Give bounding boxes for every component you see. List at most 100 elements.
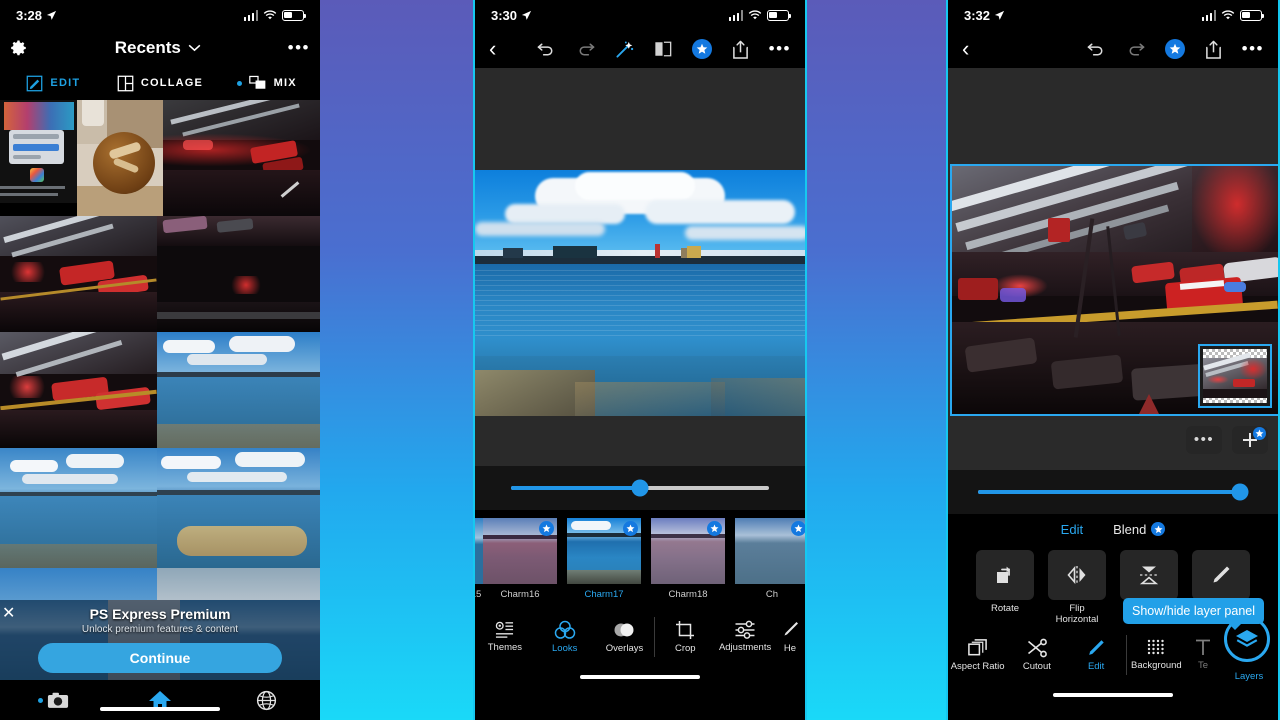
editor-toolbar-actions: ••• xyxy=(537,39,791,59)
status-bar: 3:32 xyxy=(948,0,1278,30)
bottom-item-text[interactable]: Te xyxy=(1186,638,1220,672)
location-arrow-icon xyxy=(994,10,1005,20)
photo-grid-item[interactable] xyxy=(0,448,157,568)
premium-star-icon[interactable] xyxy=(691,39,712,59)
back-chevron-icon[interactable]: ‹ xyxy=(489,38,496,60)
filmstrip-thumb[interactable] xyxy=(567,518,641,584)
tool-button[interactable] xyxy=(976,550,1034,600)
tab-edit-label: EDIT xyxy=(50,77,81,89)
page-title[interactable]: Recents xyxy=(115,38,201,58)
filmstrip-item-selected[interactable]: Charm17 xyxy=(567,518,641,600)
layer-thumbnail-chip[interactable] xyxy=(1198,344,1272,408)
bottom-item-edit[interactable]: Edit xyxy=(1067,638,1126,673)
bottom-item-cutout[interactable]: Cutout xyxy=(1007,638,1066,673)
filmstrip-item[interactable]: Charm18 xyxy=(651,518,725,600)
more-options-icon[interactable]: ••• xyxy=(288,39,310,56)
filmstrip-thumb[interactable] xyxy=(735,518,805,584)
add-layer-button[interactable] xyxy=(1232,426,1268,454)
continue-button[interactable]: Continue xyxy=(38,643,282,673)
intensity-slider[interactable] xyxy=(511,479,769,497)
bottom-item-label: Aspect Ratio xyxy=(950,660,1005,672)
bottom-item-label: Te xyxy=(1197,660,1209,672)
tab-edit[interactable]: EDIT xyxy=(0,75,107,92)
tab-collage-label: COLLAGE xyxy=(140,77,204,89)
opacity-slider-row xyxy=(948,470,1278,514)
library-tabs: EDIT COLLAGE MIX xyxy=(0,66,320,100)
looks-filmstrip[interactable]: 15 Charm16 Charm17 xyxy=(475,510,805,608)
magic-wand-icon[interactable] xyxy=(615,40,634,59)
more-options-icon[interactable]: ••• xyxy=(1242,40,1264,57)
layers-toolbar-actions: ••• xyxy=(1087,39,1264,59)
status-right xyxy=(728,9,791,21)
mix-layers-icon xyxy=(248,75,265,89)
slider-knob[interactable] xyxy=(1231,483,1249,501)
status-left: 3:30 xyxy=(491,8,532,23)
cellular-signal-icon xyxy=(243,9,258,21)
filmstrip-thumb[interactable] xyxy=(651,518,725,584)
filmstrip-item[interactable]: Ch xyxy=(735,518,805,600)
bottom-item-healing[interactable]: He xyxy=(775,620,805,655)
close-icon[interactable]: ✕ xyxy=(2,606,15,622)
filmstrip-item[interactable]: Charm16 xyxy=(483,518,557,600)
back-chevron-icon[interactable]: ‹ xyxy=(962,38,969,60)
promo-subtitle: Unlock premium features & content xyxy=(81,624,239,635)
compare-split-icon[interactable] xyxy=(654,40,672,58)
bottom-item-background[interactable]: Background xyxy=(1127,638,1186,672)
more-options-icon[interactable]: ••• xyxy=(769,40,791,57)
bottom-item-looks[interactable]: Looks xyxy=(535,620,595,655)
bottom-item-adjustments[interactable]: Adjustments xyxy=(715,620,775,654)
bottom-item-aspect-ratio[interactable]: Aspect Ratio xyxy=(948,638,1007,673)
tab-edit[interactable]: Edit xyxy=(1061,522,1083,537)
gear-icon[interactable] xyxy=(10,39,28,57)
tool-flip-horizontal[interactable]: Flip Horizontal xyxy=(1048,550,1106,626)
tool-button[interactable] xyxy=(1192,550,1250,600)
premium-promo-banner[interactable]: ✕ PS Express Premium Unlock premium feat… xyxy=(0,600,320,680)
editor-toolbar: ‹ ••• xyxy=(475,30,805,68)
location-arrow-icon xyxy=(46,10,57,20)
layer-more-button[interactable]: ••• xyxy=(1186,426,1222,454)
tool-label: Rotate xyxy=(991,603,1019,614)
status-right xyxy=(1201,9,1264,21)
bottom-item-crop[interactable]: Crop xyxy=(655,620,715,655)
library-header: Recents ••• xyxy=(0,30,320,66)
home-indicator xyxy=(475,666,805,688)
filmstrip-thumb[interactable] xyxy=(483,518,557,584)
photo-grid-item[interactable] xyxy=(0,100,77,203)
wifi-icon xyxy=(1221,9,1235,19)
tab-mix[interactable]: MIX xyxy=(213,75,320,91)
filmstrip-label: Charm16 xyxy=(500,589,540,600)
tool-rotate[interactable]: Rotate xyxy=(976,550,1034,615)
tool-button[interactable] xyxy=(1048,550,1106,600)
tab-blend[interactable]: Blend xyxy=(1113,522,1166,537)
photo-grid-item[interactable] xyxy=(157,216,320,332)
flip-vertical-icon xyxy=(1139,566,1159,585)
photo-grid-item[interactable] xyxy=(0,332,157,448)
photo-grid-item[interactable] xyxy=(157,332,320,448)
premium-star-icon[interactable] xyxy=(1164,39,1185,59)
cellular-signal-icon xyxy=(728,9,743,21)
photo-grid-item[interactable] xyxy=(77,100,163,216)
photo-grid-item[interactable] xyxy=(163,100,320,216)
editor-canvas[interactable] xyxy=(475,68,805,466)
slider-knob[interactable] xyxy=(631,479,649,497)
chevron-down-icon xyxy=(188,44,201,52)
themes-icon xyxy=(496,621,514,638)
redo-icon[interactable] xyxy=(576,41,595,57)
share-icon[interactable] xyxy=(1205,40,1222,59)
undo-icon[interactable] xyxy=(1087,41,1106,57)
bottom-item-overlays[interactable]: Overlays xyxy=(595,620,655,655)
tool-button[interactable] xyxy=(1120,550,1178,600)
photo-grid-item[interactable] xyxy=(0,216,157,332)
tab-collage[interactable]: COLLAGE xyxy=(107,75,214,92)
opacity-slider[interactable] xyxy=(978,483,1249,501)
overlays-icon xyxy=(614,623,634,637)
photo-grid-item[interactable] xyxy=(157,448,320,568)
status-time: 3:28 xyxy=(16,7,43,23)
bottom-item-themes[interactable]: Themes xyxy=(475,620,535,654)
redo-icon[interactable] xyxy=(1126,41,1145,57)
share-icon[interactable] xyxy=(732,40,749,59)
undo-icon[interactable] xyxy=(537,41,556,57)
layers-canvas[interactable]: ••• xyxy=(948,68,1278,470)
active-layer-frame[interactable] xyxy=(950,164,1278,416)
battery-icon xyxy=(282,9,306,21)
